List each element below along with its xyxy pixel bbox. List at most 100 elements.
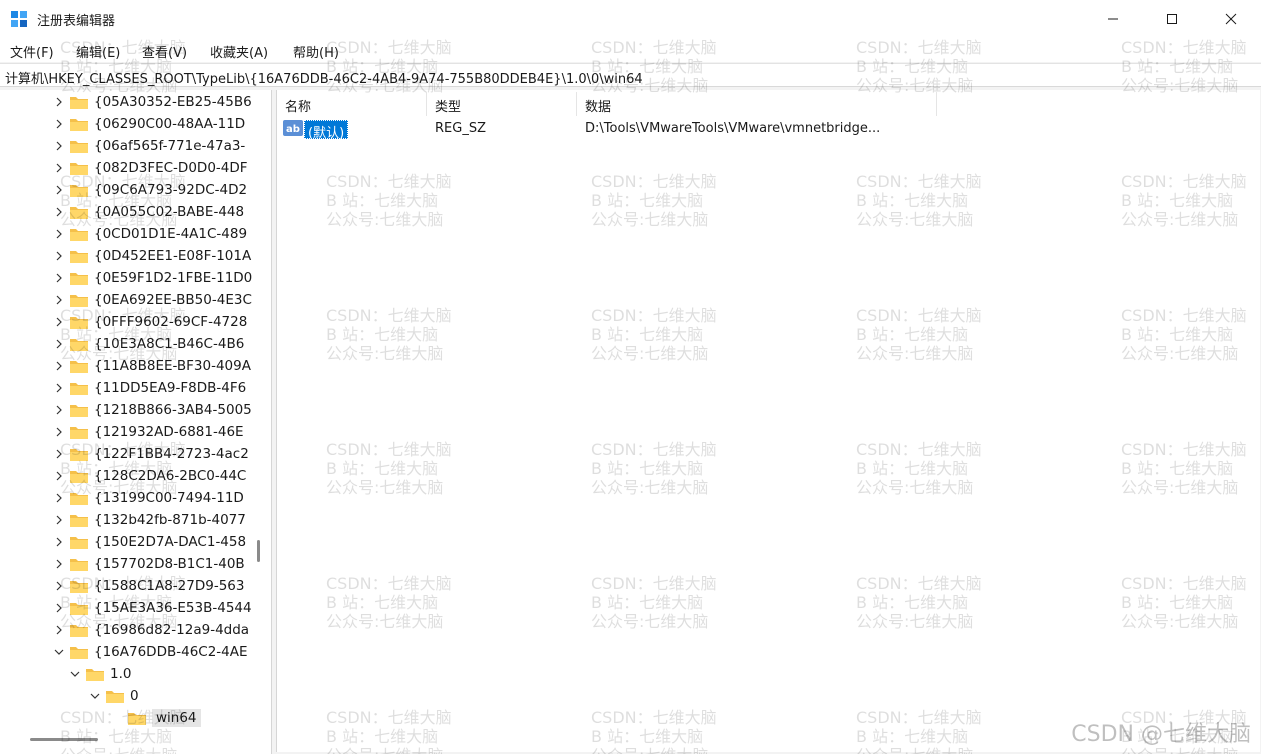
tree-item-label: {0A055C02-BABE-448 xyxy=(94,204,245,220)
chevron-right-icon[interactable] xyxy=(52,179,66,201)
chevron-right-icon[interactable] xyxy=(52,333,66,355)
folder-icon xyxy=(70,207,88,219)
values-list[interactable]: 名称 类型 数据 ab (默认) REG_SZ D:\Tools\VMwareT… xyxy=(276,90,1260,752)
tree-node[interactable]: {11DD5EA9-F8DB-4F6 xyxy=(52,377,246,399)
value-row[interactable]: ab (默认) REG_SZ D:\Tools\VMwareTools\VMwa… xyxy=(277,118,937,141)
close-button[interactable] xyxy=(1201,0,1260,38)
chevron-right-icon[interactable] xyxy=(52,355,66,377)
tree-item-label: {09C6A793-92DC-4D2 xyxy=(94,182,248,198)
tree-node[interactable]: {11A8B8EE-BF30-409A xyxy=(52,355,251,377)
chevron-right-icon[interactable] xyxy=(52,465,66,487)
value-name[interactable]: (默认) xyxy=(304,120,349,141)
address-path[interactable]: 计算机\HKEY_CLASSES_ROOT\TypeLib\{16A76DDB-… xyxy=(5,68,643,87)
menu-file[interactable]: 文件(F) xyxy=(10,42,54,61)
tree-node[interactable]: {13199C00-7494-11D xyxy=(52,487,244,509)
chevron-down-icon[interactable] xyxy=(52,641,66,663)
tree-node[interactable]: {05A30352-EB25-45B6 xyxy=(52,91,252,113)
chevron-right-icon[interactable] xyxy=(52,531,66,553)
folder-icon xyxy=(70,273,88,285)
chevron-right-icon[interactable] xyxy=(52,289,66,311)
folder-icon xyxy=(70,317,88,329)
tree-horizontal-scrollbar[interactable] xyxy=(30,738,98,741)
minimize-button[interactable] xyxy=(1083,0,1142,38)
tree-node[interactable]: {0E59F1D2-1FBE-11D0 xyxy=(52,267,252,289)
tree-node[interactable]: {082D3FEC-D0D0-4DF xyxy=(52,157,248,179)
chevron-right-icon[interactable] xyxy=(52,619,66,641)
chevron-right-icon[interactable] xyxy=(52,223,66,245)
tree-node[interactable]: {122F1BB4-2723-4ac2 xyxy=(52,443,249,465)
chevron-right-icon[interactable] xyxy=(52,377,66,399)
tree-node-1-0[interactable]: 1.0 xyxy=(68,663,131,685)
column-header-name[interactable]: 名称 xyxy=(277,92,427,116)
chevron-right-icon[interactable] xyxy=(52,135,66,157)
chevron-right-icon[interactable] xyxy=(52,553,66,575)
value-data: D:\Tools\VMwareTools\VMware\vmnetbridge.… xyxy=(585,121,881,136)
tree-item-label: {0E59F1D2-1FBE-11D0 xyxy=(94,270,253,286)
tree-node[interactable]: {10E3A8C1-B46C-4B6 xyxy=(52,333,244,355)
tree-item-label: {132b42fb-871b-4077 xyxy=(94,512,246,528)
menu-help[interactable]: 帮助(H) xyxy=(293,42,339,61)
menu-favorites[interactable]: 收藏夹(A) xyxy=(210,42,268,61)
chevron-right-icon[interactable] xyxy=(52,311,66,333)
chevron-right-icon[interactable] xyxy=(52,399,66,421)
tree-node[interactable]: {15AE3A36-E53B-4544 xyxy=(52,597,252,619)
tree-node-win64[interactable]: win64 xyxy=(110,707,201,729)
tree-node[interactable]: {0EA692EE-BB50-4E3C xyxy=(52,289,252,311)
chevron-right-icon[interactable] xyxy=(52,245,66,267)
folder-icon xyxy=(128,713,146,725)
tree-node[interactable]: {128C2DA6-2BC0-44C xyxy=(52,465,246,487)
tree-node[interactable]: {09C6A793-92DC-4D2 xyxy=(52,179,247,201)
tree-item-label: {0FFF9602-69CF-4728 xyxy=(94,314,248,330)
folder-icon xyxy=(70,185,88,197)
folder-icon xyxy=(70,449,88,461)
tree-node[interactable]: {0D452EE1-E08F-101A xyxy=(52,245,251,267)
registry-tree[interactable]: {05A30352-EB25-45B6 {06290C00-48AA-11D {06… xyxy=(0,90,272,754)
chevron-right-icon[interactable] xyxy=(52,597,66,619)
tree-node[interactable]: {06af565f-771e-47a3- xyxy=(52,135,245,157)
tree-node[interactable]: {150E2D7A-DAC1-458 xyxy=(52,531,246,553)
menu-edit[interactable]: 编辑(E) xyxy=(76,42,120,61)
chevron-right-icon[interactable] xyxy=(52,509,66,531)
folder-icon xyxy=(70,647,88,659)
chevron-right-icon[interactable] xyxy=(52,157,66,179)
tree-node[interactable]: {0FFF9602-69CF-4728 xyxy=(52,311,247,333)
tree-node[interactable]: {16986d82-12a9-4dda xyxy=(52,619,249,641)
folder-icon xyxy=(70,427,88,439)
chevron-down-icon[interactable] xyxy=(88,685,102,707)
chevron-right-icon[interactable] xyxy=(52,201,66,223)
column-header-type[interactable]: 类型 xyxy=(427,92,577,116)
chevron-right-icon[interactable] xyxy=(52,421,66,443)
tree-item-label: {0D452EE1-E08F-101A xyxy=(94,248,252,264)
folder-icon xyxy=(70,493,88,505)
chevron-right-icon[interactable] xyxy=(52,91,66,113)
folder-icon xyxy=(70,339,88,351)
close-icon xyxy=(1225,13,1236,25)
tree-node[interactable]: {1588C1A8-27D9-563 xyxy=(52,575,244,597)
tree-item-label: {10E3A8C1-B46C-4B6 xyxy=(94,336,245,352)
chevron-down-icon[interactable] xyxy=(68,663,82,685)
tree-node[interactable]: {06290C00-48AA-11D xyxy=(52,113,245,135)
column-header-data[interactable]: 数据 xyxy=(577,92,937,116)
tree-item-label: {150E2D7A-DAC1-458 xyxy=(94,534,247,550)
tree-node[interactable]: {121932AD-6881-46E xyxy=(52,421,244,443)
tree-node[interactable]: {1218B866-3AB4-5005 xyxy=(52,399,252,421)
tree-vertical-scrollbar[interactable] xyxy=(257,540,260,562)
tree-node[interactable]: {132b42fb-871b-4077 xyxy=(52,509,246,531)
chevron-right-icon[interactable] xyxy=(52,487,66,509)
address-bar[interactable]: 计算机\HKEY_CLASSES_ROOT\TypeLib\{16A76DDB-… xyxy=(0,63,1261,87)
folder-icon xyxy=(86,669,104,681)
tree-node[interactable]: {157702D8-B1C1-40B xyxy=(52,553,245,575)
menu-view[interactable]: 查看(V) xyxy=(142,42,187,61)
maximize-button[interactable] xyxy=(1142,0,1201,38)
folder-icon xyxy=(70,361,88,373)
chevron-right-icon[interactable] xyxy=(52,267,66,289)
value-type: REG_SZ xyxy=(435,121,486,136)
chevron-right-icon[interactable] xyxy=(52,113,66,135)
tree-node-expanded[interactable]: {16A76DDB-46C2-4AE xyxy=(52,641,248,663)
chevron-right-icon[interactable] xyxy=(52,575,66,597)
chevron-right-icon[interactable] xyxy=(52,443,66,465)
tree-node-0[interactable]: 0 xyxy=(88,685,139,707)
tree-item-label: {05A30352-EB25-45B6 xyxy=(94,94,252,110)
tree-node[interactable]: {0A055C02-BABE-448 xyxy=(52,201,244,223)
tree-node[interactable]: {0CD01D1E-4A1C-489 xyxy=(52,223,247,245)
